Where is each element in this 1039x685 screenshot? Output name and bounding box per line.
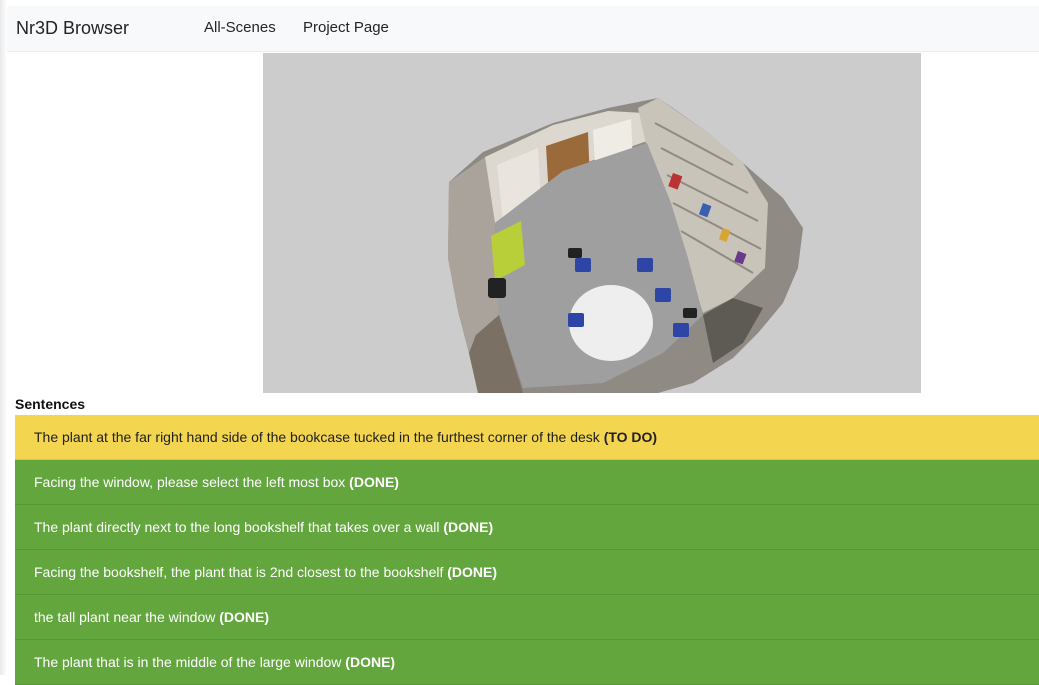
sentence-status: (DONE): [443, 519, 494, 535]
sentence-status: (DONE): [345, 654, 396, 670]
page-edge: [0, 0, 7, 675]
sentence-text: The plant at the far right hand side of …: [34, 429, 600, 445]
sentence-item[interactable]: Facing the bookshelf, the plant that is …: [15, 550, 1039, 595]
sentence-item[interactable]: the tall plant near the window (DONE): [15, 595, 1039, 640]
sentence-item[interactable]: The plant directly next to the long book…: [15, 505, 1039, 550]
sentence-item[interactable]: The plant at the far right hand side of …: [15, 415, 1039, 460]
scene-3d-render: [448, 98, 803, 393]
nav-link-all-scenes[interactable]: All-Scenes: [204, 19, 276, 37]
sentence-status: (DONE): [219, 609, 270, 625]
nav-link-project-page[interactable]: Project Page: [303, 19, 389, 37]
sentences-list: The plant at the far right hand side of …: [15, 415, 1039, 685]
sentence-text: the tall plant near the window: [34, 609, 216, 625]
sentence-status: (DONE): [349, 474, 399, 490]
sentence-status: (DONE): [447, 564, 498, 580]
navbar-brand[interactable]: Nr3D Browser: [16, 17, 129, 39]
sentence-item[interactable]: The plant that is in the middle of the l…: [15, 640, 1039, 685]
sentence-text: The plant directly next to the long book…: [34, 519, 440, 535]
sentence-text: Facing the window, please select the lef…: [34, 474, 346, 490]
scene-viewer-canvas[interactable]: [263, 53, 921, 393]
sentence-item[interactable]: Facing the window, please select the lef…: [15, 460, 1039, 505]
sentence-text: The plant that is in the middle of the l…: [34, 654, 342, 670]
navbar: Nr3D Browser All-Scenes Project Page: [7, 6, 1039, 52]
sentences-heading: Sentences: [15, 396, 86, 412]
sentence-text: Facing the bookshelf, the plant that is …: [34, 564, 444, 580]
sentence-status: (TO DO): [603, 429, 658, 445]
